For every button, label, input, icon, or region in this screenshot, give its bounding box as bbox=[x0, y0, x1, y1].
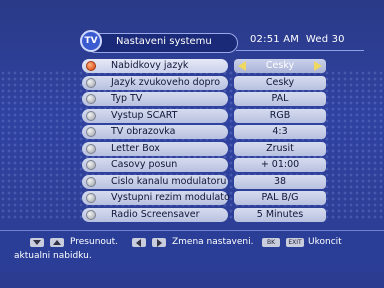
menu-row-menu-language[interactable]: Nabidkovy jazyk Cesky bbox=[78, 58, 328, 74]
menu-item-value: PAL bbox=[271, 93, 289, 104]
menu-item-label: Casovy posun bbox=[111, 159, 178, 170]
menu-row-modulator-channel[interactable]: Cislo kanalu modulatoru 38 bbox=[78, 174, 328, 190]
clock: 02:51 AM Wed 30 bbox=[250, 34, 345, 45]
exit-key-icon: EXIT bbox=[286, 238, 304, 247]
menu-item-value: 5 Minutes bbox=[256, 208, 304, 220]
menu-item-label: Letter Box bbox=[111, 142, 160, 154]
exit-help-text: Ukoncit bbox=[308, 237, 342, 247]
menu-row-radio-screensaver[interactable]: Radio Screensaver 5 Minutes bbox=[78, 207, 328, 223]
day-text: Wed 30 bbox=[305, 34, 345, 45]
menu-item-label: Cislo kanalu modulatoru bbox=[111, 175, 227, 187]
menu-row-time-offset[interactable]: Casovy posun + 01:00 bbox=[78, 157, 328, 173]
change-help-text: Zmena nastaveni. bbox=[172, 237, 254, 247]
menu-item-value: 38 bbox=[273, 175, 287, 187]
radio-icon bbox=[86, 160, 96, 170]
exit-help-text-continued: aktualni nabidku. bbox=[14, 251, 92, 261]
menu-item-label: Jazyk zvukoveho dopro bbox=[111, 76, 221, 88]
menu-item-label: Vystup SCART bbox=[111, 109, 178, 121]
radio-icon bbox=[86, 94, 96, 104]
menu-item-label: Radio Screensaver bbox=[111, 208, 200, 220]
up-key-icon bbox=[50, 238, 64, 247]
tv-logo-icon: TV bbox=[80, 30, 102, 52]
menu-item-label: Nabidkovy jazyk bbox=[111, 60, 189, 71]
settings-menu: Nabidkovy jazyk Cesky Jazyk zvukoveho do… bbox=[78, 58, 328, 223]
selected-radio-icon bbox=[86, 61, 96, 71]
menu-item-value: Cesky bbox=[265, 60, 295, 71]
header-divider bbox=[236, 50, 364, 51]
menu-item-value: Cesky bbox=[265, 76, 295, 88]
radio-icon bbox=[86, 110, 96, 121]
menu-row-scart-output[interactable]: Vystup SCART RGB bbox=[78, 108, 328, 124]
menu-row-tv-type[interactable]: Typ TV PAL bbox=[78, 91, 328, 107]
menu-item-value: + 01:00 bbox=[260, 159, 300, 170]
time-text: 02:51 AM bbox=[250, 34, 300, 45]
radio-icon bbox=[86, 209, 96, 220]
radio-icon bbox=[86, 77, 96, 88]
radio-icon bbox=[86, 127, 96, 137]
move-help-text: Presunout. bbox=[70, 237, 119, 247]
menu-item-label: Vystupni rezim modulato bbox=[111, 192, 230, 203]
menu-row-letter-box[interactable]: Letter Box Zrusit bbox=[78, 141, 328, 157]
back-key-icon: BK bbox=[262, 238, 280, 247]
menu-row-audio-language[interactable]: Jazyk zvukoveho dopro Cesky bbox=[78, 75, 328, 91]
page-title: Nastaveni systemu bbox=[116, 36, 212, 47]
help-bar: Presunout. Zmena nastaveni. BK EXIT Ukon… bbox=[0, 230, 384, 271]
radio-icon bbox=[86, 176, 96, 187]
radio-icon bbox=[86, 143, 96, 154]
menu-item-label: TV obrazovka bbox=[111, 126, 176, 137]
arrow-right-icon[interactable] bbox=[314, 61, 322, 71]
menu-row-tv-screen[interactable]: TV obrazovka 4:3 bbox=[78, 124, 328, 140]
menu-row-modulator-mode[interactable]: Vystupni rezim modulato PAL B/G bbox=[78, 190, 328, 206]
menu-item-value: RGB bbox=[269, 109, 291, 121]
left-key-icon bbox=[132, 238, 146, 247]
menu-item-value: 4:3 bbox=[272, 126, 288, 137]
menu-item-value: Zrusit bbox=[266, 142, 294, 154]
down-key-icon bbox=[30, 238, 44, 247]
menu-item-label: Typ TV bbox=[111, 93, 143, 104]
menu-item-value: PAL B/G bbox=[261, 192, 299, 203]
radio-icon bbox=[86, 193, 96, 203]
right-key-icon bbox=[152, 238, 166, 247]
